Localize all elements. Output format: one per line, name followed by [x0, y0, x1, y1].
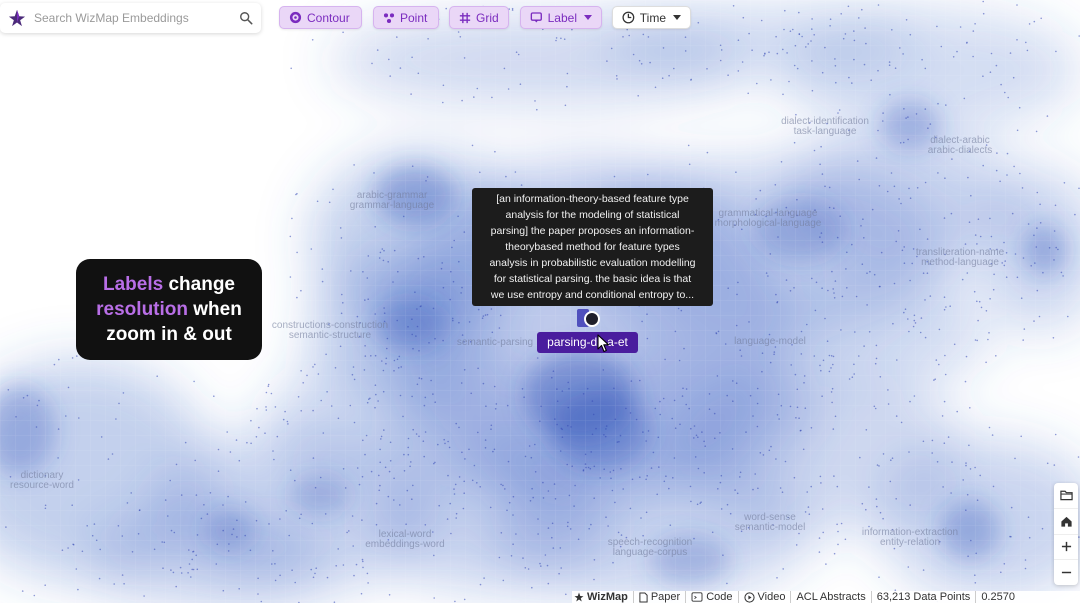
topic-label[interactable]: language-corpus: [613, 547, 688, 558]
callout-text: zoom in & out: [106, 324, 232, 345]
tooltip-line: parsing] the paper proposes an informati…: [490, 225, 695, 237]
chevron-down-icon: [673, 15, 681, 20]
callout-highlight: resolution: [96, 299, 188, 320]
point-icon: [383, 12, 395, 23]
label-icon: [530, 12, 542, 23]
topic-label[interactable]: task-language: [794, 126, 857, 137]
topic-label[interactable]: semantic-parsing: [457, 337, 533, 348]
tooltip-line: [an information-theory-based feature typ…: [496, 193, 689, 205]
callout-highlight: Labels: [102, 274, 164, 295]
footer-dataset: ACL Abstracts: [790, 591, 870, 603]
footer-bar: WizMap Paper Code Video ACL Abstracts 63…: [572, 591, 1080, 603]
grid-icon: [459, 12, 471, 23]
callout-line-2: resolution when: [96, 297, 242, 322]
zoom-out-button[interactable]: [1054, 560, 1078, 585]
plus-icon: [1061, 542, 1071, 552]
code-icon: [691, 592, 703, 602]
topic-label[interactable]: semantic-model: [735, 522, 806, 533]
tooltip-line: we use entropy and conditional entropy t…: [490, 289, 695, 301]
annotation-callout: Labels change resolution when zoom in & …: [76, 259, 262, 360]
play-icon: [743, 591, 755, 603]
callout-line-1: Labels change: [103, 272, 235, 297]
callout-text: when: [193, 299, 242, 320]
tooltip-line: theorybased method for feature types: [505, 241, 680, 253]
hovered-point[interactable]: [584, 311, 600, 327]
footer-video-link[interactable]: Video: [737, 591, 791, 603]
topic-label[interactable]: grammar-language: [350, 200, 435, 211]
search-bar[interactable]: [0, 3, 261, 33]
footer-point-count: 63,213 Data Points: [870, 591, 976, 603]
selected-topic-label[interactable]: parsing-de a-et: [537, 332, 638, 353]
map-controls: [1054, 483, 1078, 585]
footer-paper: Paper: [650, 591, 681, 603]
topic-label[interactable]: method-language: [921, 257, 999, 268]
point-label: Point: [400, 10, 428, 25]
footer-video: Video: [757, 591, 786, 603]
tooltip-line: analysis in probabilistic evaluation mod…: [489, 257, 696, 269]
topic-label[interactable]: semantic-structure: [289, 330, 372, 341]
topic-label[interactable]: embeddings-word: [365, 539, 445, 550]
mouse-cursor-icon: [597, 334, 610, 353]
minus-icon: [1061, 571, 1071, 574]
folder-button[interactable]: [1054, 483, 1078, 509]
label-dropdown-button[interactable]: Label: [520, 6, 602, 29]
grid-label: Grid: [476, 10, 499, 25]
footer-dataset-name: ACL Abstracts: [796, 591, 866, 603]
grid-toggle-button[interactable]: Grid: [449, 6, 509, 29]
search-input[interactable]: [34, 11, 239, 25]
zoom-in-button[interactable]: [1054, 535, 1078, 561]
topic-label[interactable]: language-model: [734, 336, 806, 347]
chevron-down-icon: [584, 15, 592, 20]
tooltip-line: for statistical parsing. the basic idea …: [493, 273, 692, 285]
home-button[interactable]: [1054, 509, 1078, 535]
footer-brand: WizMap: [587, 591, 628, 603]
contour-toggle-button[interactable]: Contour: [279, 6, 362, 29]
footer-code-link[interactable]: Code: [685, 591, 737, 603]
document-icon: [639, 592, 648, 602]
time-dropdown-button[interactable]: Time: [612, 6, 691, 29]
contour-icon: [289, 11, 302, 24]
label-label: Label: [547, 10, 577, 25]
home-icon: [1060, 516, 1072, 527]
wizmap-logo-icon: [8, 9, 26, 27]
callout-line-3: zoom in & out: [106, 322, 232, 347]
wizmap-logo-icon: [574, 592, 584, 602]
point-toggle-button[interactable]: Point: [373, 6, 439, 29]
topic-label[interactable]: morphological-language: [715, 218, 822, 229]
clock-icon: [622, 11, 635, 24]
footer-zoom: 0.2570: [981, 591, 1015, 603]
search-icon[interactable]: [239, 11, 253, 25]
point-tooltip: [an information-theory-based feature typ…: [472, 188, 713, 306]
contour-label: Contour: [307, 10, 350, 25]
time-label: Time: [639, 10, 666, 25]
topic-label[interactable]: entity-relation: [880, 537, 940, 548]
topic-label[interactable]: resource-word: [10, 480, 74, 491]
callout-text: change: [168, 274, 235, 295]
topic-label[interactable]: arabic-dialects: [928, 145, 992, 156]
folder-icon: [1059, 491, 1073, 501]
footer-brand-link[interactable]: WizMap: [572, 591, 633, 603]
footer-code: Code: [706, 591, 733, 603]
footer-paper-link[interactable]: Paper: [632, 591, 685, 603]
tooltip-line: analysis for the modeling of statistical: [505, 209, 680, 221]
footer-points: 63,213 Data Points: [876, 591, 971, 603]
footer-zoom-level: 0.2570: [975, 591, 1020, 603]
